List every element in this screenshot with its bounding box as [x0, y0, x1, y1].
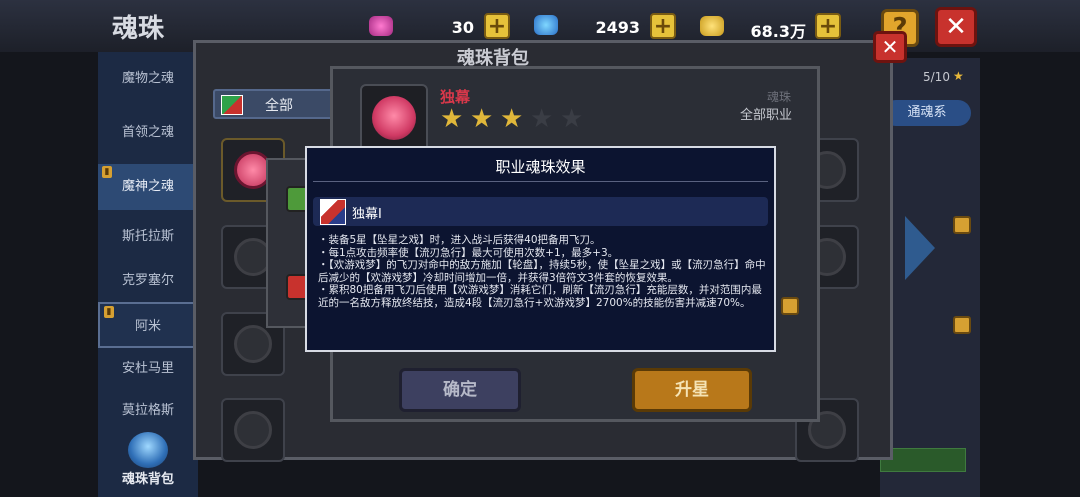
sidebar-item-boss[interactable]: 首领之魂: [98, 110, 198, 156]
effect-name: 独幕Ⅰ: [352, 207, 382, 222]
soul-orb-icon: [234, 325, 272, 363]
capacity-count: 5/10: [923, 70, 950, 84]
next-arrow-icon[interactable]: [905, 216, 935, 280]
effect-dialog-title: 职业魂珠效果: [495, 158, 586, 176]
gold-count: 68.3万: [750, 22, 806, 41]
divider: [313, 181, 768, 182]
tab-soul-type[interactable]: 通魂系: [883, 100, 971, 126]
filter-selected-label: 全部: [265, 98, 293, 114]
sidebar-item-monster[interactable]: 魔物之魂: [98, 56, 198, 102]
filter-dropdown[interactable]: 全部: [213, 89, 333, 119]
upgrade-star-button[interactable]: 升星: [632, 368, 752, 412]
lock-icon: [953, 316, 971, 334]
star-icon: ★: [440, 104, 464, 134]
star-icon: ★: [500, 104, 524, 134]
sidebar-item-andromalius[interactable]: 安杜马里: [98, 346, 198, 392]
sidebar-item-label: 首领之魂: [121, 125, 174, 140]
soul-bag-icon: [128, 432, 168, 468]
add-gold-button[interactable]: +: [815, 13, 841, 39]
sidebar-item-label: 莫拉格斯: [121, 403, 174, 418]
confirm-button[interactable]: 确定: [399, 368, 521, 412]
sidebar-item-crocell[interactable]: 克罗塞尔: [98, 258, 198, 304]
lock-icon: ▮: [102, 166, 112, 178]
soul-bag-label: 魂珠背包: [121, 472, 174, 487]
sidebar-item-label: 魔物之魂: [121, 71, 174, 86]
soul-type: 魂珠: [766, 90, 791, 104]
close-window-button[interactable]: ✕: [935, 7, 977, 47]
category-icon: [221, 95, 243, 115]
sidebar-item-moragos[interactable]: 莫拉格斯: [98, 388, 198, 434]
soul-orb-icon: [234, 411, 272, 449]
add-pink-gem-button[interactable]: +: [484, 13, 510, 39]
sidebar-item-label: 阿米: [134, 319, 161, 334]
sidebar-item-label: 克罗塞尔: [121, 273, 174, 288]
gold-coin-icon: [700, 16, 724, 36]
soul-icon: [360, 84, 428, 152]
blue-gem-icon: [534, 15, 558, 35]
sidebar-item-label: 魔神之魂: [121, 179, 174, 194]
pink-soul-orb-icon: [372, 96, 416, 140]
effect-description: ・装备5星【坠星之戏】时，进入战斗后获得40把备用飞刀。 ・每1点攻击频率使【流…: [318, 234, 766, 309]
page-title: 魂珠: [112, 14, 165, 44]
lock-icon: [953, 216, 971, 234]
pink-gem-icon: [369, 16, 393, 36]
add-blue-gem-button[interactable]: +: [650, 13, 676, 39]
lock-icon: ▮: [104, 306, 114, 318]
soul-class: 全部职业: [739, 108, 792, 123]
sidebar-item-amy[interactable]: ▮ 阿米: [98, 302, 198, 348]
soul-bag-button[interactable]: 魂珠背包: [98, 430, 198, 497]
empty-star-icon: ★: [530, 104, 554, 134]
sidebar-item-demon[interactable]: ▮ 魔神之魂: [98, 164, 198, 210]
sidebar-item-stolas[interactable]: 斯托拉斯: [98, 214, 198, 260]
soul-slot[interactable]: [221, 398, 285, 462]
blue-gem-count: 2493: [595, 18, 640, 37]
empty-star-icon: ★: [560, 104, 584, 134]
star-icon: ★: [470, 104, 494, 134]
lock-icon: [781, 297, 799, 315]
sidebar-item-label: 安杜马里: [121, 361, 174, 376]
star-icon: ★: [953, 69, 964, 83]
close-bag-button[interactable]: ✕: [873, 31, 907, 63]
pink-gem-count: 30: [451, 18, 474, 37]
sidebar-item-label: 斯托拉斯: [121, 229, 174, 244]
class-icon: [320, 199, 346, 225]
